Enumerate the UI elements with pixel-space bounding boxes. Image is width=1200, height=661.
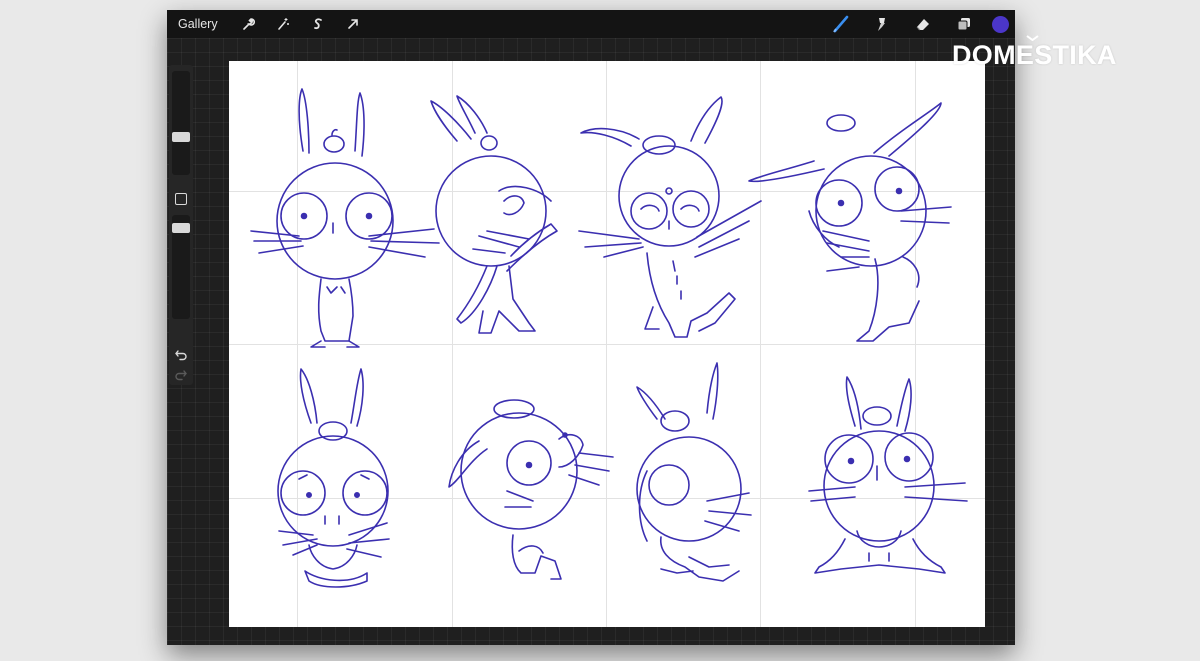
left-sidebar: [169, 65, 193, 385]
bunny-sketches: [250, 88, 968, 588]
brush-icon[interactable]: [828, 11, 854, 37]
bunny-back-view-sitting: [636, 362, 752, 582]
opacity-knob[interactable]: [172, 223, 190, 233]
bunny-hugging-knees: [448, 399, 614, 580]
transform-arrow-icon[interactable]: [340, 11, 366, 37]
bunny-standing-front: [250, 88, 440, 348]
selection-s-icon[interactable]: [305, 11, 331, 37]
domestika-watermark: DOMESTIKA: [952, 40, 1117, 70]
smudge-icon[interactable]: [869, 11, 895, 37]
eraser-icon[interactable]: [910, 11, 936, 37]
undo-icon[interactable]: [174, 347, 188, 361]
layers-icon[interactable]: [951, 11, 977, 37]
bunny-sitting-worried: [277, 368, 390, 588]
bunny-waving-arms: [578, 96, 762, 338]
gallery-button[interactable]: Gallery: [178, 17, 218, 31]
magic-wand-icon[interactable]: [270, 11, 296, 37]
bunny-sideways-tilted: [430, 95, 558, 334]
bunny-arm-raised: [748, 102, 952, 342]
top-toolbar: Gallery: [167, 10, 1015, 38]
modify-button[interactable]: [175, 193, 187, 205]
bunny-sitting-splits: [808, 376, 968, 574]
color-picker-swatch[interactable]: [992, 15, 1009, 33]
brush-size-knob[interactable]: [172, 132, 190, 142]
redo-icon[interactable]: [174, 367, 188, 381]
toolbar-right-group: [813, 10, 1015, 38]
brush-size-slider[interactable]: [172, 71, 190, 175]
watermark-accent-icon: [1026, 35, 1039, 41]
drawing-canvas[interactable]: [229, 61, 985, 627]
wrench-icon[interactable]: [235, 11, 261, 37]
